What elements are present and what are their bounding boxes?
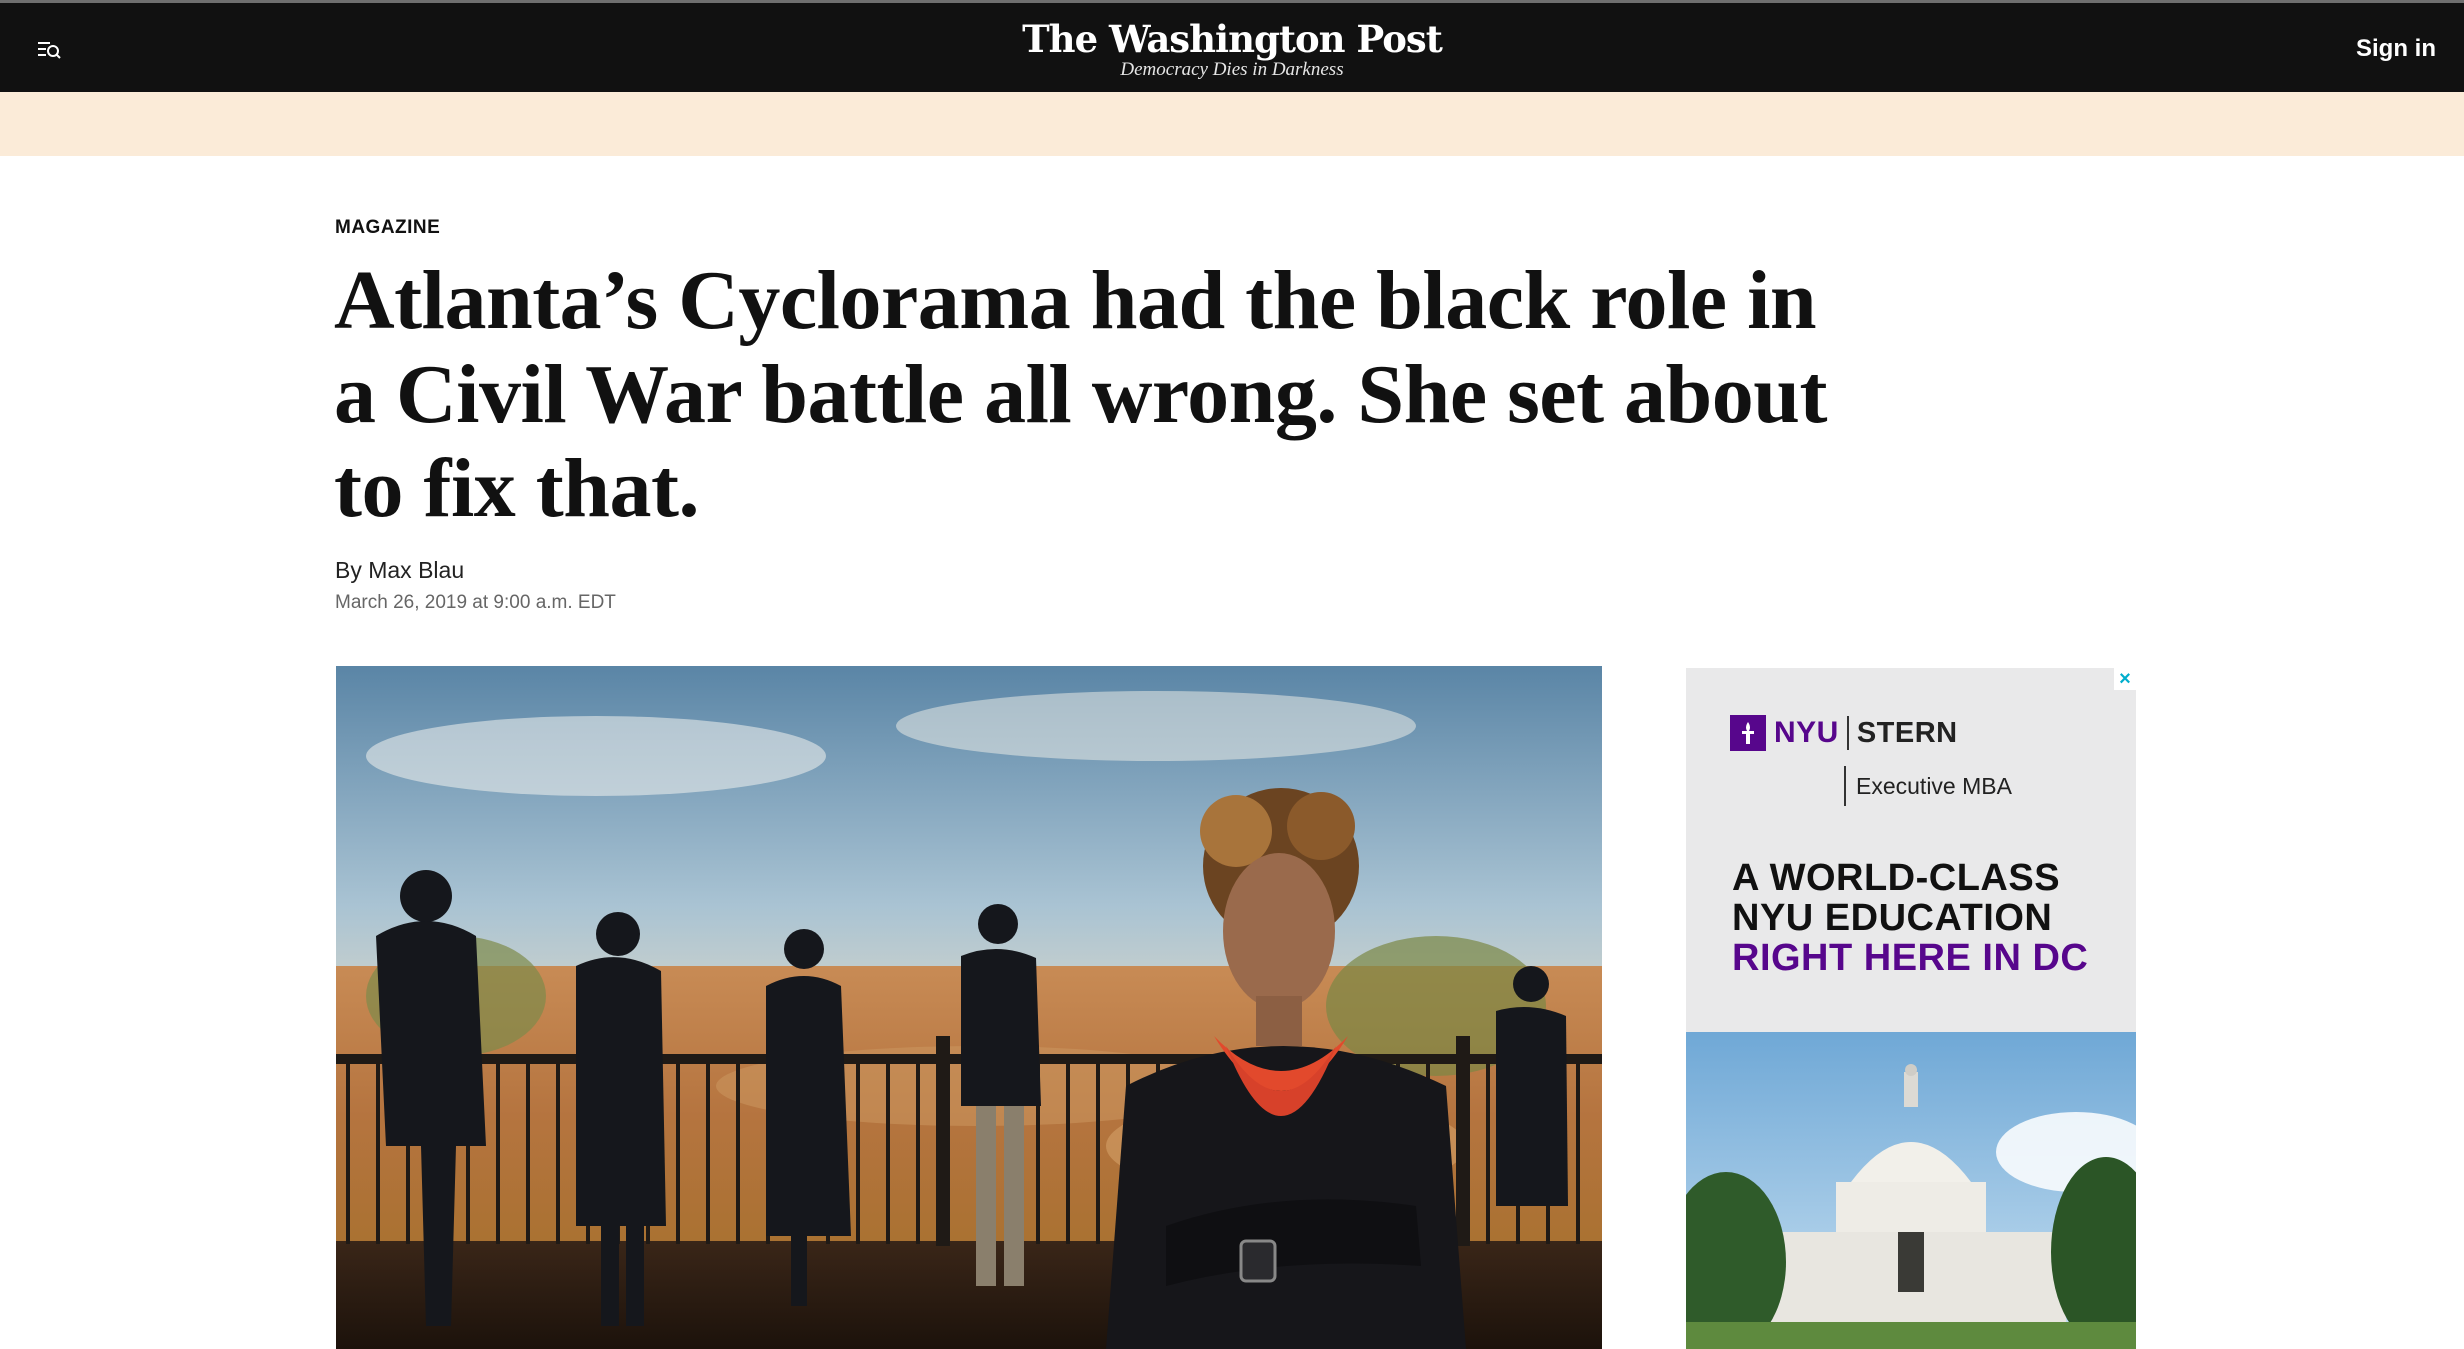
ad-capitol-image bbox=[1686, 1032, 2136, 1349]
advertisement[interactable]: × NYU STERN Executive MBA A WORLD-CLASS … bbox=[1686, 668, 2136, 1349]
ad-headline: A WORLD-CLASS NYU EDUCATION RIGHT HERE I… bbox=[1732, 858, 2132, 978]
ad-brand-stern: STERN bbox=[1856, 716, 1958, 749]
ad-program: Executive MBA bbox=[1844, 766, 2012, 806]
section-kicker[interactable]: MAGAZINE bbox=[335, 217, 440, 239]
author-link[interactable]: Max Blau bbox=[368, 557, 464, 583]
ad-line-1: A WORLD-CLASS bbox=[1732, 857, 2061, 899]
ad-line-3: RIGHT HERE IN DC bbox=[1732, 937, 2089, 979]
ad-logo: NYU STERN bbox=[1730, 714, 1958, 752]
promo-banner bbox=[0, 92, 2464, 156]
torch-icon bbox=[1730, 715, 1766, 751]
ad-line-2: NYU EDUCATION bbox=[1732, 897, 2053, 939]
byline: By Max Blau bbox=[335, 555, 464, 585]
sign-in-button[interactable]: Sign in bbox=[2356, 33, 2436, 65]
masthead[interactable]: The Washington Post Democracy Dies in Da… bbox=[0, 17, 2464, 81]
hero-photo-illustration bbox=[336, 666, 1602, 1349]
publish-date: March 26, 2019 at 9:00 a.m. EDT bbox=[335, 592, 616, 613]
brand-logo[interactable]: The Washington Post bbox=[0, 17, 2464, 61]
article-headline: Atlanta’s Cyclorama had the black role i… bbox=[334, 254, 1827, 535]
tagline: Democracy Dies in Darkness bbox=[1120, 59, 1344, 80]
ad-divider bbox=[1846, 716, 1849, 750]
ad-close-button[interactable]: × bbox=[2114, 668, 2136, 690]
hero-photo[interactable] bbox=[336, 666, 1602, 1349]
top-nav: The Washington Post Democracy Dies in Da… bbox=[0, 0, 2464, 92]
ad-brand-nyu: NYU bbox=[1774, 716, 1839, 749]
byline-prefix: By bbox=[335, 557, 369, 583]
close-icon: × bbox=[2119, 668, 2131, 690]
